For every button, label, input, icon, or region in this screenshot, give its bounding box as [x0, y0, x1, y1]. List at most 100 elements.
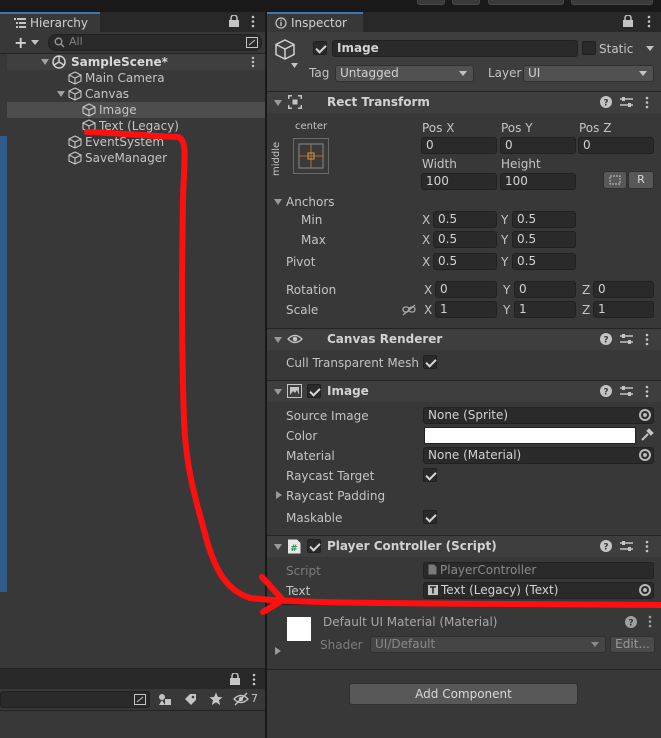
script-enabled-checkbox[interactable] — [307, 539, 321, 553]
fold-arrow-icon[interactable] — [274, 389, 282, 395]
active-toggle[interactable] — [313, 41, 327, 55]
add-dropdown-chevron-icon[interactable] — [31, 40, 39, 45]
lock-icon[interactable] — [228, 15, 240, 28]
search-button[interactable] — [452, 0, 480, 5]
expand-arrow-icon[interactable] — [41, 59, 49, 65]
image-component-header[interactable]: Image ? — [267, 380, 661, 402]
help-icon[interactable]: ? — [600, 540, 612, 552]
pos-y-field[interactable]: 0 — [500, 137, 576, 154]
maskable-checkbox[interactable] — [423, 510, 437, 524]
material-fold-arrow-icon[interactable] — [275, 647, 281, 655]
layer-dropdown[interactable]: UI — [523, 65, 654, 82]
anchors-max-y-field[interactable]: 0.5 — [512, 231, 576, 248]
pos-z-field[interactable]: 0 — [578, 137, 654, 154]
raw-edit-button[interactable]: R — [628, 171, 654, 189]
eyedropper-icon[interactable] — [640, 428, 654, 442]
fold-arrow-icon[interactable] — [274, 337, 282, 343]
presets-sliders-icon[interactable] — [620, 385, 633, 397]
scale-z-field[interactable]: 1 — [593, 301, 654, 318]
scale-x-field[interactable]: 1 — [435, 301, 497, 318]
text-reference-field[interactable]: Text (Legacy) (Text) — [423, 582, 654, 599]
add-object-button[interactable]: + — [14, 33, 27, 52]
presets-sliders-icon[interactable] — [620, 333, 633, 345]
fold-arrow-icon[interactable] — [274, 100, 282, 106]
add-component-button[interactable]: Add Component — [349, 683, 578, 705]
anchors-max-x-field[interactable]: 0.5 — [433, 231, 497, 248]
hierarchy-tab[interactable]: Hierarchy — [0, 12, 100, 32]
width-field[interactable]: 100 — [421, 173, 497, 190]
favorites-star-icon[interactable] — [209, 692, 223, 706]
component-menu-icon[interactable] — [645, 333, 649, 346]
anchors-min-x-field[interactable]: 0.5 — [433, 211, 497, 228]
raycast-padding-fold-arrow-icon[interactable] — [276, 491, 282, 499]
cull-transparent-mesh-checkbox[interactable] — [423, 355, 437, 369]
hierarchy-item-text-legacy[interactable]: Text (Legacy) — [7, 118, 265, 134]
expand-arrow-icon[interactable] — [57, 91, 65, 97]
static-checkbox[interactable] — [582, 41, 596, 55]
help-icon[interactable]: ? — [625, 616, 637, 628]
canvas-renderer-header[interactable]: Canvas Renderer ? — [267, 328, 661, 350]
lock-icon[interactable] — [622, 15, 634, 28]
filter-by-label-icon[interactable] — [184, 693, 197, 706]
object-picker-icon[interactable] — [639, 584, 651, 596]
source-image-field[interactable]: None (Sprite) — [423, 407, 654, 424]
hierarchy-item-eventsystem[interactable]: EventSystem — [7, 134, 265, 150]
raycast-target-checkbox[interactable] — [423, 468, 437, 482]
height-field[interactable]: 100 — [500, 173, 576, 190]
inspector-tab[interactable]: Inspector — [267, 12, 363, 32]
search-filter-icon[interactable] — [134, 694, 146, 705]
hierarchy-item-image[interactable]: Image — [7, 102, 265, 118]
help-icon[interactable]: ? — [600, 96, 612, 108]
rect-transform-header[interactable]: Rect Transform ? — [267, 91, 661, 113]
object-picker-icon[interactable] — [639, 449, 651, 461]
hierarchy-item-samplescene[interactable]: SampleScene* — [7, 54, 265, 70]
hierarchy-item-main-camera[interactable]: Main Camera — [7, 70, 265, 86]
help-icon[interactable]: ? — [600, 385, 612, 397]
hierarchy-search-input[interactable]: All — [48, 34, 262, 51]
material-field[interactable]: None (Material) — [423, 447, 654, 464]
fold-arrow-icon[interactable] — [274, 544, 282, 550]
shader-dropdown[interactable]: UI/Default — [370, 636, 606, 653]
pivot-y-field[interactable]: 0.5 — [512, 253, 576, 270]
filter-by-type-icon[interactable] — [158, 693, 172, 706]
object-picker-icon[interactable] — [639, 409, 651, 421]
project-search-input[interactable] — [0, 691, 150, 708]
more-options-icon[interactable] — [251, 15, 255, 28]
icon-dropdown-chevron-icon[interactable] — [291, 63, 298, 68]
shader-edit-button[interactable]: Edit... — [610, 636, 655, 653]
more-options-icon[interactable] — [252, 673, 256, 686]
component-menu-icon[interactable] — [645, 540, 649, 553]
layout-dropdown[interactable] — [571, 0, 653, 5]
object-name-field[interactable]: Image — [332, 40, 578, 57]
scale-y-field[interactable]: 1 — [514, 301, 576, 318]
presets-sliders-icon[interactable] — [620, 540, 633, 552]
scene-options-icon[interactable] — [251, 56, 255, 68]
layers-dropdown[interactable] — [488, 0, 564, 5]
player-controller-header[interactable]: # Player Controller (Script) ? — [267, 535, 661, 557]
anchors-fold-arrow-icon[interactable] — [274, 199, 282, 205]
tag-dropdown[interactable]: Untagged — [335, 65, 474, 82]
hierarchy-item-savemanager[interactable]: SaveManager — [7, 150, 265, 166]
more-options-icon[interactable] — [647, 15, 651, 28]
color-swatch[interactable] — [424, 427, 636, 444]
pivot-x-field[interactable]: 0.5 — [433, 253, 497, 270]
static-dropdown-chevron-icon[interactable] — [646, 46, 654, 51]
help-icon[interactable]: ? — [600, 333, 612, 345]
hidden-packages-icon[interactable] — [233, 692, 251, 706]
image-enabled-checkbox[interactable] — [307, 384, 321, 398]
anchors-min-y-field[interactable]: 0.5 — [512, 211, 576, 228]
material-menu-icon[interactable] — [648, 615, 652, 628]
anchor-presets-button[interactable] — [293, 138, 329, 174]
lock-icon[interactable] — [229, 673, 241, 686]
rotation-y-field[interactable]: 0 — [514, 281, 576, 298]
hierarchy-item-canvas[interactable]: Canvas — [7, 86, 265, 102]
rotation-x-field[interactable]: 0 — [435, 281, 497, 298]
search-filter-icon[interactable] — [246, 37, 258, 48]
constrain-proportions-link-icon[interactable] — [402, 304, 416, 316]
rotation-z-field[interactable]: 0 — [593, 281, 654, 298]
component-menu-icon[interactable] — [645, 385, 649, 398]
component-menu-icon[interactable] — [645, 96, 649, 109]
gameobject-icon[interactable] — [274, 39, 296, 61]
blueprint-mode-button[interactable] — [603, 171, 627, 189]
pos-x-field[interactable]: 0 — [421, 137, 497, 154]
